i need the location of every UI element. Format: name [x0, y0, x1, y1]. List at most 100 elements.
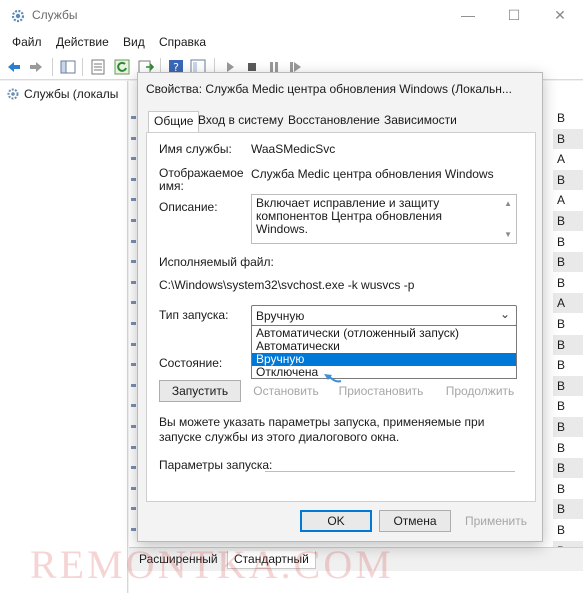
- gear-icon: [7, 88, 19, 100]
- menu-bar: Файл Действие Вид Справка: [0, 32, 583, 54]
- service-row-icon: [131, 363, 136, 367]
- gear-icon: [11, 9, 25, 23]
- startup-type-cell: В: [557, 358, 566, 373]
- start-params-hint: Вы можете указать параметры запуска, при…: [159, 415, 485, 444]
- service-row-icon: [131, 342, 136, 346]
- service-row-icon: [131, 445, 136, 449]
- startup-type-cell: В: [557, 111, 566, 125]
- service-row-icon: [131, 507, 136, 511]
- dialog-tabs: Общие Вход в систему Восстановление Зави…: [146, 111, 536, 133]
- chevron-down-icon: ⌄: [499, 307, 510, 321]
- pointer-arrow-icon: [324, 374, 342, 383]
- startup-type-cell: В: [557, 502, 566, 517]
- startup-type-cell: В: [557, 337, 566, 352]
- start-params-label: Параметры запуска:: [159, 458, 273, 472]
- general-tab-panel: Имя службы: WaaSMedicSvc Отображаемое им…: [146, 132, 536, 502]
- service-row-icon: [131, 425, 136, 428]
- tree-item-services-local[interactable]: Службы (локалы: [6, 87, 118, 101]
- forward-arrow-icon[interactable]: [28, 59, 44, 75]
- exe-path: C:\Windows\system32\svchost.exe -k wusvc…: [159, 278, 415, 292]
- toolbar-separator: [52, 58, 53, 76]
- startup-type-cell: В: [557, 420, 566, 434]
- cancel-button[interactable]: Отмена: [379, 510, 451, 532]
- tab-recovery[interactable]: Восстановление: [288, 113, 380, 127]
- maximize-button[interactable]: ☐: [491, 0, 537, 32]
- minimize-button[interactable]: —: [445, 0, 491, 32]
- startup-type-cell: В: [557, 317, 566, 331]
- service-row-icon: [131, 260, 136, 264]
- ok-button[interactable]: OK: [300, 510, 372, 532]
- startup-type-value: Вручную: [256, 309, 305, 323]
- view-tabs: Расширенный Стандартный: [129, 547, 583, 571]
- service-row-icon: [131, 177, 136, 181]
- service-row-icon: [131, 239, 136, 243]
- service-row-icon: [131, 466, 136, 470]
- startup-type-cell: В: [557, 440, 566, 455]
- description-text: Включает исправление и защиту компоненто…: [256, 196, 442, 236]
- service-row-icon: [131, 383, 136, 387]
- startup-type-cell: В: [557, 399, 566, 414]
- startup-type-cell: В: [557, 461, 566, 476]
- apply-button[interactable]: Применить: [456, 510, 536, 532]
- service-properties-dialog: Свойства: Служба Medic центра обновления…: [137, 72, 543, 542]
- menu-view[interactable]: Вид: [123, 35, 145, 49]
- service-name-value: WaaSMedicSvc: [251, 142, 336, 156]
- dialog-title: Свойства: Служба Medic центра обновления…: [146, 82, 512, 96]
- startup-type-cell: В: [557, 481, 566, 496]
- tab-standard[interactable]: Стандартный: [227, 551, 316, 569]
- tab-general[interactable]: Общие: [148, 111, 200, 133]
- window-title: Службы: [32, 8, 78, 22]
- startup-type-select[interactable]: Вручную ⌄: [251, 305, 517, 326]
- menu-action[interactable]: Действие: [56, 35, 109, 49]
- service-row-icon: [131, 301, 136, 305]
- tab-dependencies[interactable]: Зависимости: [384, 113, 457, 127]
- properties-icon[interactable]: [90, 59, 106, 75]
- service-row-icon: [131, 157, 136, 161]
- startup-type-cell: В: [557, 131, 566, 146]
- console-tree-icon[interactable]: [60, 59, 76, 75]
- exe-label: Исполняемый файл:: [159, 255, 274, 269]
- startup-type-dropdown: Автоматически (отложенный запуск) Автома…: [251, 325, 517, 379]
- service-row-icon: [131, 280, 136, 284]
- service-row-icon: [131, 116, 136, 119]
- status-label: Состояние:: [159, 356, 223, 370]
- option-disabled[interactable]: Отключена: [252, 366, 516, 379]
- startup-type-cell: В: [557, 172, 566, 187]
- tab-logon[interactable]: Вход в систему: [198, 113, 283, 127]
- display-name-label: Отображаемое имя:: [159, 166, 244, 193]
- startup-type-cell: А: [557, 296, 566, 311]
- service-row-icon: [131, 136, 136, 140]
- menu-file[interactable]: Файл: [12, 35, 42, 49]
- service-name-label: Имя службы:: [159, 142, 232, 156]
- startup-type-cell: В: [557, 523, 566, 537]
- startup-type-cell: В: [557, 275, 566, 290]
- pause-button[interactable]: Приостановить: [331, 380, 431, 402]
- service-row-icon: [131, 528, 136, 531]
- startup-type-cell: А: [557, 152, 566, 167]
- scroll-down-arrow-icon[interactable]: ▼: [504, 230, 512, 239]
- startup-type-cell: В: [557, 234, 566, 249]
- service-row-icon: [131, 322, 136, 325]
- startup-type-cell: В: [557, 214, 566, 228]
- start-button[interactable]: Запустить: [159, 380, 241, 402]
- service-row-icon: [131, 219, 136, 222]
- toolbar-separator: [82, 58, 83, 76]
- service-row-icon: [131, 404, 136, 408]
- refresh-icon[interactable]: [114, 59, 130, 75]
- back-arrow-icon[interactable]: [6, 59, 22, 75]
- resume-button[interactable]: Продолжить: [435, 380, 525, 402]
- startup-type-cell: В: [557, 378, 566, 393]
- tree-item-label: Службы (локалы: [24, 87, 119, 101]
- description-box[interactable]: Включает исправление и защиту компоненто…: [251, 194, 517, 244]
- tab-extended[interactable]: Расширенный: [133, 551, 224, 569]
- start-params-input[interactable]: [265, 471, 515, 472]
- close-button[interactable]: ✕: [537, 0, 583, 32]
- scroll-up-arrow-icon[interactable]: ▲: [504, 199, 512, 208]
- description-label: Описание:: [159, 200, 218, 214]
- console-tree: Службы (локалы: [0, 81, 128, 593]
- menu-help[interactable]: Справка: [159, 35, 206, 49]
- window-titlebar: Службы — ☐ ✕: [0, 0, 583, 32]
- startup-type-cell: В: [557, 255, 566, 270]
- startup-type-label: Тип запуска:: [159, 308, 229, 322]
- stop-button[interactable]: Остановить: [245, 380, 327, 402]
